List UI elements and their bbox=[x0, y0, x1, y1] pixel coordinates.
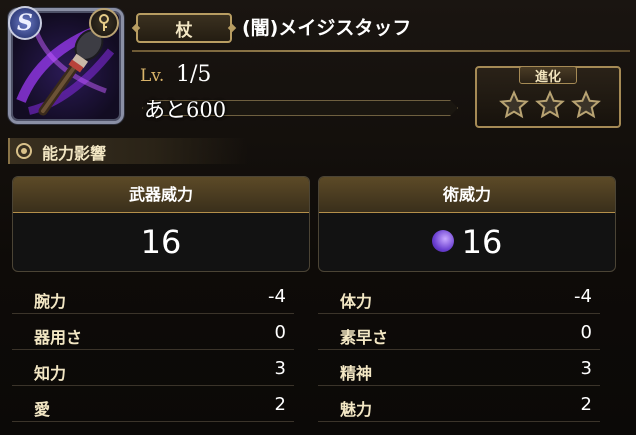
stat-row: 知力 3 bbox=[12, 356, 294, 386]
ability-section-header: 能力影響 bbox=[8, 138, 248, 164]
star-icon bbox=[571, 90, 601, 119]
level-label: Lv. bbox=[140, 66, 165, 86]
exp-remaining-text: あと600 bbox=[144, 98, 227, 122]
ability-section-title: 能力影響 bbox=[42, 144, 107, 163]
stat-row: 愛 2 bbox=[12, 392, 294, 422]
magic-power-label: 術威力 bbox=[319, 177, 615, 213]
evolution-box[interactable]: 進化 bbox=[475, 66, 621, 128]
stat-row: 素早さ 0 bbox=[318, 320, 600, 350]
key-icon[interactable] bbox=[89, 8, 119, 38]
magic-power-row: 16 bbox=[319, 223, 615, 261]
stat-value: 0 bbox=[580, 322, 592, 343]
rarity-badge: S bbox=[8, 6, 42, 40]
stat-row: 精神 3 bbox=[318, 356, 600, 386]
stat-value: 0 bbox=[274, 322, 286, 343]
weapon-type-tag: 杖 bbox=[136, 13, 232, 43]
stat-value: 3 bbox=[274, 358, 286, 379]
stat-label: 腕力 bbox=[34, 292, 67, 311]
stat-label: 知力 bbox=[34, 364, 67, 383]
star-icon bbox=[535, 90, 565, 119]
magic-power-panel: 術威力 16 bbox=[318, 176, 616, 272]
stat-label: 体力 bbox=[340, 292, 373, 311]
stat-row: 器用さ 0 bbox=[12, 320, 294, 350]
evolution-stars bbox=[499, 90, 601, 120]
dark-element-icon bbox=[431, 230, 454, 252]
stat-label: 素早さ bbox=[340, 328, 389, 347]
weapon-power-value: 16 bbox=[140, 223, 182, 261]
target-icon bbox=[16, 143, 32, 159]
stat-label: 魅力 bbox=[340, 400, 373, 419]
stat-label: 精神 bbox=[340, 364, 373, 383]
star-icon bbox=[499, 90, 529, 119]
weapon-name: (闇)メイジスタッフ bbox=[242, 17, 412, 39]
stat-value: -4 bbox=[574, 286, 592, 307]
level-value: 1/5 bbox=[176, 62, 212, 87]
weapon-power-label: 武器威力 bbox=[13, 177, 309, 213]
evolution-title: 進化 bbox=[534, 70, 561, 85]
header-divider bbox=[132, 50, 630, 52]
weapon-power-panel: 武器威力 16 bbox=[12, 176, 310, 272]
stat-value: -4 bbox=[268, 286, 286, 307]
stat-label: 器用さ bbox=[34, 328, 83, 347]
stat-value: 2 bbox=[274, 394, 286, 415]
stat-value: 3 bbox=[580, 358, 592, 379]
stat-label: 愛 bbox=[34, 400, 51, 419]
stat-value: 2 bbox=[580, 394, 592, 415]
stat-row: 体力 -4 bbox=[318, 284, 600, 314]
stat-row: 腕力 -4 bbox=[12, 284, 294, 314]
stat-row: 魅力 2 bbox=[318, 392, 600, 422]
magic-power-value: 16 bbox=[461, 223, 503, 261]
